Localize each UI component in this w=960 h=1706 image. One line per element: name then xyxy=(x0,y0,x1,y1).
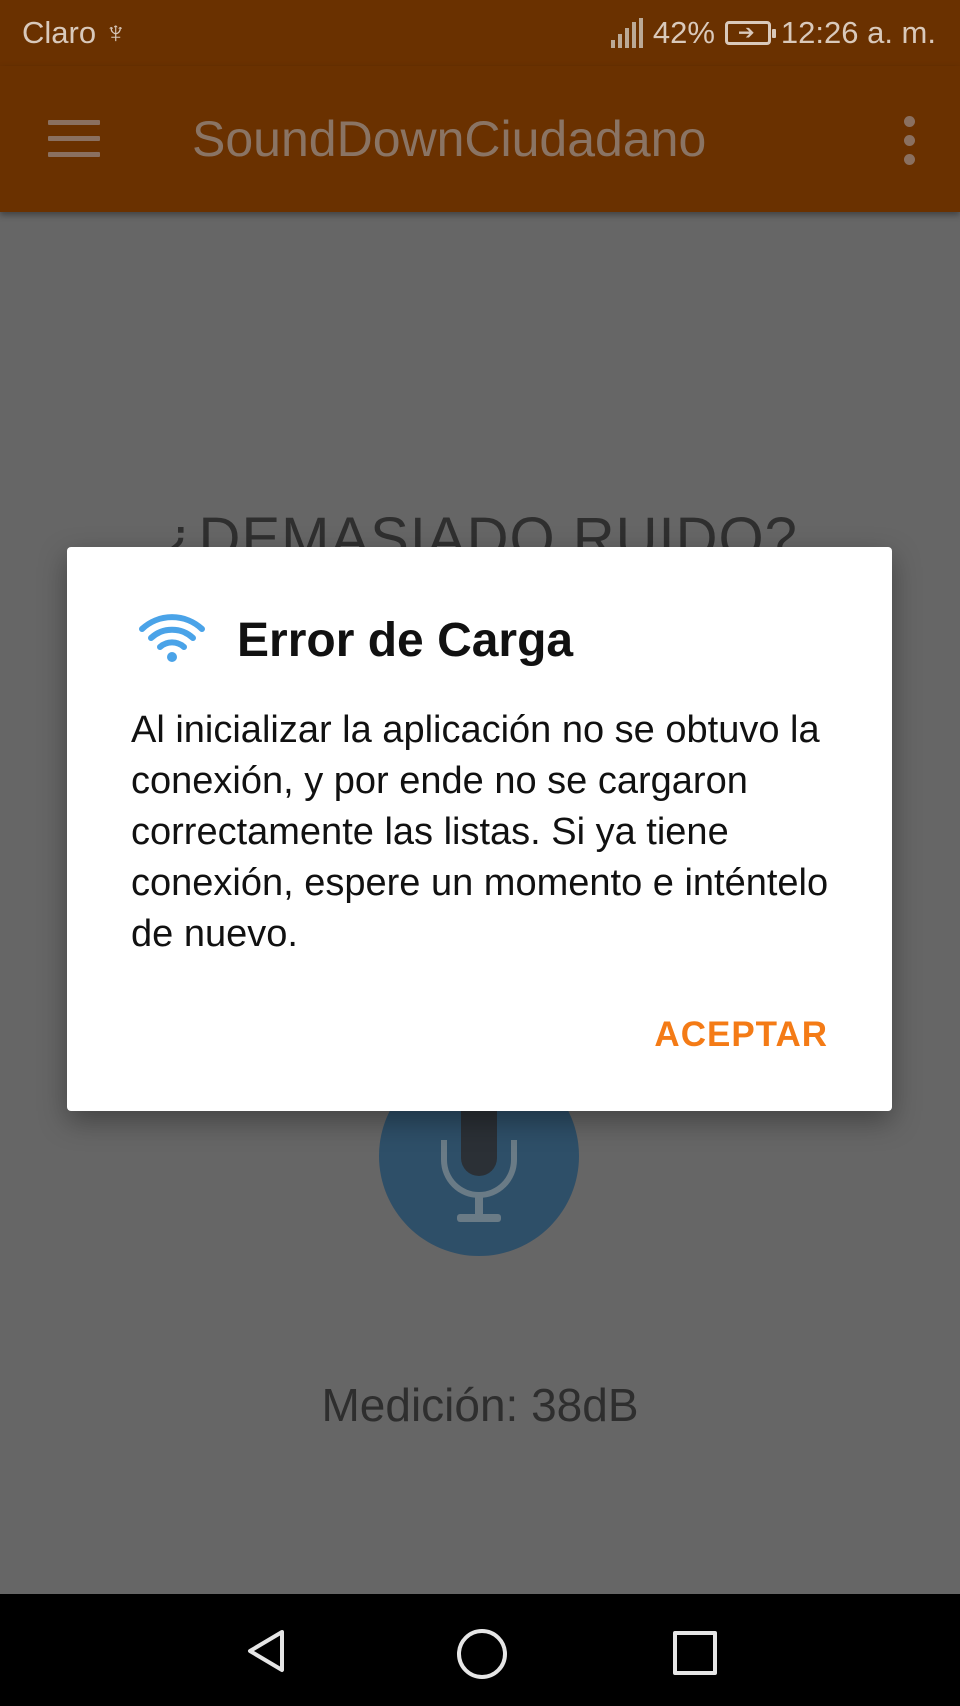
hamburger-icon[interactable] xyxy=(48,120,100,158)
recents-icon[interactable] xyxy=(673,1631,717,1675)
battery-percent: 42% xyxy=(652,15,715,50)
app-bar: SoundDownCiudadano xyxy=(0,66,960,212)
accept-button[interactable]: ACEPTAR xyxy=(654,1015,828,1055)
battery-charging-icon: ➔ xyxy=(724,21,776,45)
more-vert-icon[interactable] xyxy=(902,116,918,166)
status-right: 42% ➔ 12:26 a. m. xyxy=(610,15,960,51)
clock: 12:26 a. m. xyxy=(780,15,936,50)
measurement-label: Medición: 38dB xyxy=(321,1379,639,1431)
dialog-title: Error de Carga xyxy=(237,614,574,667)
dialog-message: Al inicializar la aplicación no se obtuv… xyxy=(131,709,829,955)
status-left: Claro ♆ xyxy=(0,15,127,51)
status-bar: Claro ♆ 42% ➔ 12:26 a. m. xyxy=(0,0,960,66)
wifi-icon xyxy=(139,614,205,662)
carrier-label: Claro xyxy=(22,15,97,50)
usb-icon: ♆ xyxy=(104,15,128,50)
home-icon[interactable] xyxy=(457,1629,507,1679)
navigation-bar xyxy=(0,1594,960,1706)
signal-icon xyxy=(610,18,643,48)
app-title: SoundDownCiudadano xyxy=(192,111,707,167)
back-icon[interactable] xyxy=(244,1628,288,1674)
error-dialog: Error de Carga Al inicializar la aplicac… xyxy=(67,547,892,1111)
